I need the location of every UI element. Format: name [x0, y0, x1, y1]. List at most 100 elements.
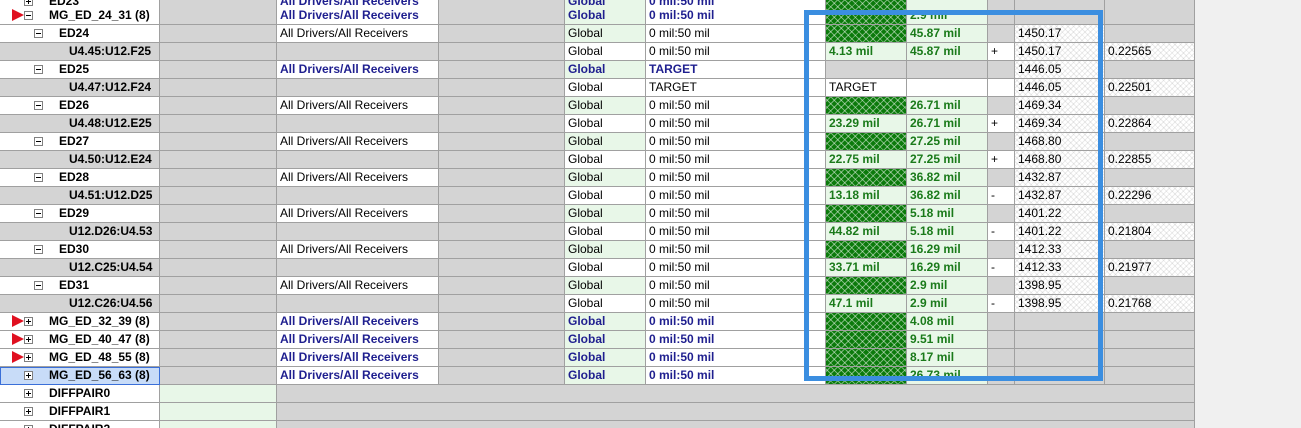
actual-cell[interactable]: 45.87 mil	[907, 25, 988, 43]
cell-col1[interactable]	[160, 295, 277, 313]
margin-cell[interactable]: 4.13 mil	[826, 43, 907, 61]
cell-col1[interactable]	[160, 187, 277, 205]
object-name-cell[interactable]: U4.50:U12.E24	[0, 151, 160, 169]
scope-cell[interactable]: All Drivers/All Receivers	[277, 25, 439, 43]
object-name-cell[interactable]: DIFFPAIR0	[0, 385, 160, 403]
table-row[interactable]: DIFFPAIR0	[0, 385, 1195, 403]
length-cell[interactable]	[1015, 7, 1105, 25]
cell-col1[interactable]	[160, 331, 277, 349]
cell-col1[interactable]	[160, 259, 277, 277]
margin-cell[interactable]: 44.82 mil	[826, 223, 907, 241]
delay-cell[interactable]: 0.22501	[1105, 79, 1195, 97]
rule-value-cell[interactable]: 0 mil:50 mil	[646, 295, 826, 313]
actual-cell[interactable]: 26.71 mil	[907, 97, 988, 115]
length-cell[interactable]	[1015, 331, 1105, 349]
table-row[interactable]: ED29 All Drivers/All Receivers Global 0 mil…	[0, 205, 1195, 223]
scope-cell[interactable]	[277, 187, 439, 205]
table-row[interactable]: DIFFPAIR1	[0, 403, 1195, 421]
sign-cell[interactable]	[988, 241, 1015, 259]
collapse-icon[interactable]	[34, 173, 43, 182]
cell-col3[interactable]	[439, 25, 565, 43]
object-name-cell[interactable]: ED30	[0, 241, 160, 259]
table-row[interactable]: MG_ED_24_31 (8) All Drivers/All Receivers…	[0, 7, 1195, 25]
length-cell[interactable]: 1412.33	[1015, 259, 1105, 277]
rule-kind-cell[interactable]: Global	[565, 205, 646, 223]
table-row[interactable]: ED28 All Drivers/All Receivers Global 0 mil…	[0, 169, 1195, 187]
scope-cell[interactable]: All Drivers/All Receivers	[277, 133, 439, 151]
sign-cell[interactable]: +	[988, 151, 1015, 169]
actual-cell[interactable]: 2.9 mil	[907, 277, 988, 295]
delay-cell[interactable]: 0.21804	[1105, 223, 1195, 241]
margin-cell[interactable]	[826, 349, 907, 367]
sign-cell[interactable]: +	[988, 115, 1015, 133]
rule-kind-cell[interactable]: Global	[565, 349, 646, 367]
rule-kind-cell[interactable]: Global	[565, 7, 646, 25]
delay-cell[interactable]: 0.22864	[1105, 115, 1195, 133]
actual-cell[interactable]: 36.82 mil	[907, 169, 988, 187]
table-row[interactable]: MG_ED_56_63 (8) All Drivers/All Receivers…	[0, 367, 1195, 385]
actual-cell[interactable]: 5.18 mil	[907, 223, 988, 241]
table-row[interactable]: U12.C26:U4.56 Global 0 mil:50 mil 47.1 mil 2…	[0, 295, 1195, 313]
margin-cell[interactable]	[826, 367, 907, 385]
table-row[interactable]: MG_ED_48_55 (8) All Drivers/All Receivers…	[0, 349, 1195, 367]
table-row[interactable]: ED25 All Drivers/All Receivers Global TARGE…	[0, 61, 1195, 79]
rule-value-cell[interactable]: 0 mil:50 mil	[646, 97, 826, 115]
object-name-cell[interactable]: U12.D26:U4.53	[0, 223, 160, 241]
length-cell[interactable]	[1015, 313, 1105, 331]
delay-cell[interactable]	[1105, 205, 1195, 223]
rule-value-cell[interactable]: 0 mil:50 mil	[646, 349, 826, 367]
cell-col1[interactable]	[160, 205, 277, 223]
delay-cell[interactable]: 0.22855	[1105, 151, 1195, 169]
rule-value-cell[interactable]: 0 mil:50 mil	[646, 259, 826, 277]
actual-cell[interactable]: 2.9 mil	[907, 7, 988, 25]
actual-cell[interactable]: 5.18 mil	[907, 205, 988, 223]
rule-kind-cell[interactable]: Global	[565, 295, 646, 313]
sign-cell[interactable]: +	[988, 43, 1015, 61]
rule-kind-cell[interactable]: Global	[565, 259, 646, 277]
sign-cell[interactable]	[988, 97, 1015, 115]
sign-cell[interactable]	[988, 25, 1015, 43]
table-row[interactable]: MG_ED_32_39 (8) All Drivers/All Receivers…	[0, 313, 1195, 331]
length-cell[interactable]	[1015, 349, 1105, 367]
rule-value-cell[interactable]: 0 mil:50 mil	[646, 367, 826, 385]
margin-cell[interactable]: 33.71 mil	[826, 259, 907, 277]
rule-value-cell[interactable]: 0 mil:50 mil	[646, 43, 826, 61]
table-row[interactable]: U4.51:U12.D25 Global 0 mil:50 mil 13.18 mil…	[0, 187, 1195, 205]
object-name-cell[interactable]: ED29	[0, 205, 160, 223]
cell-col3[interactable]	[439, 313, 565, 331]
cell-col3[interactable]	[439, 367, 565, 385]
margin-cell[interactable]	[826, 133, 907, 151]
delay-cell[interactable]: 0.22565	[1105, 43, 1195, 61]
table-row[interactable]: MG_ED_40_47 (8) All Drivers/All Receivers…	[0, 331, 1195, 349]
object-name-cell[interactable]: U4.48:U12.E25	[0, 115, 160, 133]
cell-col3[interactable]	[439, 223, 565, 241]
delay-cell[interactable]	[1105, 241, 1195, 259]
cell-col1[interactable]	[160, 223, 277, 241]
length-cell[interactable]: 1401.22	[1015, 205, 1105, 223]
delay-cell[interactable]: 0.21768	[1105, 295, 1195, 313]
cell-col3[interactable]	[439, 7, 565, 25]
table-row[interactable]: U4.48:U12.E25 Global 0 mil:50 mil 23.29 mil…	[0, 115, 1195, 133]
actual-cell[interactable]: 45.87 mil	[907, 43, 988, 61]
table-row[interactable]: ED30 All Drivers/All Receivers Global 0 mil…	[0, 241, 1195, 259]
expand-icon[interactable]	[24, 389, 33, 398]
cell-col1[interactable]	[160, 43, 277, 61]
delay-cell[interactable]: 0.21977	[1105, 259, 1195, 277]
sign-cell[interactable]	[988, 331, 1015, 349]
collapse-icon[interactable]	[34, 101, 43, 110]
object-name-cell[interactable]: ED26	[0, 97, 160, 115]
cell-col3[interactable]	[439, 187, 565, 205]
length-cell[interactable]: 1446.05	[1015, 79, 1105, 97]
sign-cell[interactable]	[988, 79, 1015, 97]
cell-col3[interactable]	[439, 61, 565, 79]
rule-kind-cell[interactable]: Global	[565, 169, 646, 187]
object-name-cell[interactable]: U4.47:U12.F24	[0, 79, 160, 97]
cell-col3[interactable]	[439, 169, 565, 187]
rule-value-cell[interactable]: 0 mil:50 mil	[646, 241, 826, 259]
cell-col1[interactable]	[160, 79, 277, 97]
scope-cell[interactable]	[277, 151, 439, 169]
cell-col3[interactable]	[439, 259, 565, 277]
cell-col1[interactable]	[160, 367, 277, 385]
cell-col1[interactable]	[160, 133, 277, 151]
scope-cell[interactable]	[277, 115, 439, 133]
